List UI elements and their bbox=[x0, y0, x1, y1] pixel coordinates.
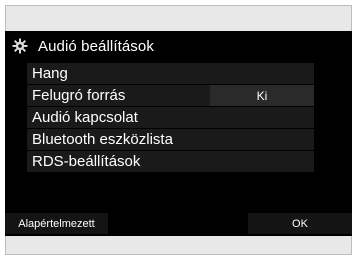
default-button[interactable]: Alapértelmezett bbox=[5, 213, 108, 234]
menu-item-label: RDS-beállítások bbox=[32, 153, 141, 170]
ok-button[interactable]: OK bbox=[248, 213, 352, 234]
menu-item-rds-beallitasok[interactable]: RDS-beállítások bbox=[27, 151, 314, 172]
menu-item-felugro-forras[interactable]: Felugró forrás Ki bbox=[27, 85, 314, 106]
gear-icon bbox=[12, 38, 28, 54]
menu-item-value: Ki bbox=[210, 85, 314, 106]
page-title: Audió beállítások bbox=[38, 37, 154, 55]
settings-menu: Hang Felugró forrás Ki Audió kapcsolat B… bbox=[27, 63, 314, 173]
menu-item-label: Hang bbox=[32, 65, 68, 82]
menu-item-hang[interactable]: Hang bbox=[27, 63, 314, 84]
menu-item-audio-kapcsolat[interactable]: Audió kapcsolat bbox=[27, 107, 314, 128]
menu-item-label: Felugró forrás bbox=[32, 87, 126, 104]
title-bar: Audió beállítások bbox=[5, 31, 352, 61]
footer: Alapértelmezett OK bbox=[5, 211, 352, 236]
menu-item-bluetooth-eszkozlista[interactable]: Bluetooth eszközlista bbox=[27, 129, 314, 150]
menu-item-label: Bluetooth eszközlista bbox=[32, 131, 173, 148]
menu-item-label: Audió kapcsolat bbox=[32, 109, 138, 126]
